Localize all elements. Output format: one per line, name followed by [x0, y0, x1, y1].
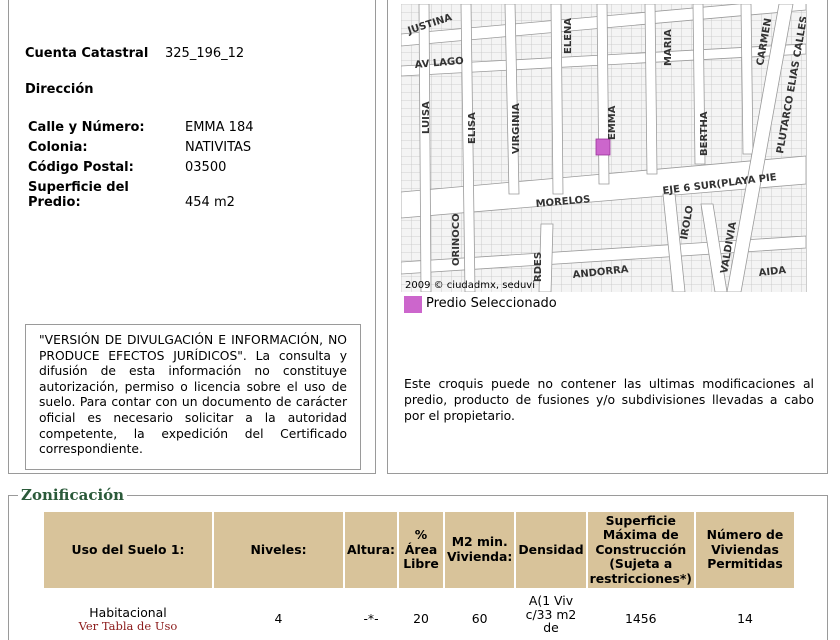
croquis-disclaimer: Este croquis puede no contener las ultim…: [404, 376, 814, 423]
cell-m2-min: 60: [471, 611, 488, 626]
street-label: LUISA: [421, 101, 432, 134]
header-m2-min: M2 min. Vivienda:: [445, 512, 515, 588]
cell-viviendas: 14: [737, 611, 753, 626]
cell-uso: Habitacional Ver Tabla de Uso: [44, 588, 212, 636]
cell-niveles: 4: [274, 611, 283, 626]
direccion-heading: Dirección: [25, 82, 94, 97]
street-label: ORINOCO: [451, 213, 462, 266]
header-densidad: Densidad: [516, 512, 586, 588]
header-altura: Altura:: [345, 512, 398, 588]
field-colonia-label: Colonia:: [28, 140, 88, 155]
selected-parcel: [595, 138, 611, 156]
field-calle: Calle y Número: EMMA 184: [28, 120, 254, 135]
field-colonia-value: NATIVITAS: [185, 140, 252, 155]
street-label: EMMA: [607, 105, 618, 140]
table-row: Habitacional Ver Tabla de Uso 4 -*- 20 6…: [44, 588, 794, 636]
street-label: BERTHA: [699, 111, 710, 156]
header-uso-suelo: Uso del Suelo 1:: [44, 512, 212, 588]
cell-densidad: A(1 Viv c/33 m2 de: [525, 593, 577, 635]
legal-notice: "VERSIÓN DE DIVULGACIÓN E INFORMACIÓN, N…: [25, 324, 361, 470]
field-superficie: Superficie del Predio: 454 m2: [28, 180, 235, 210]
field-colonia: Colonia: NATIVITAS: [28, 140, 251, 155]
cuenta-catastral-row: Cuenta Catastral 325_196_12: [25, 46, 244, 61]
header-area-libre: % Área Libre: [399, 512, 444, 588]
cell-altura: -*-: [363, 611, 379, 626]
table-header-row: Uso del Suelo 1: Niveles: Altura: % Área…: [44, 512, 794, 588]
field-codigo-postal-label: Código Postal:: [28, 160, 134, 175]
direccion-label: Dirección: [25, 82, 94, 97]
map-graphic: JUSTINA AV LAGO ELENA MARIA CARMEN LUISA…: [401, 4, 806, 292]
field-codigo-postal: Código Postal: 03500: [28, 160, 226, 175]
field-calle-value: EMMA 184: [185, 120, 254, 135]
legend-label: Predio Seleccionado: [426, 296, 557, 311]
header-niveles: Niveles:: [214, 512, 343, 588]
street-label: ELENA: [563, 18, 574, 54]
street-label: VIRGINIA: [511, 103, 522, 154]
cuenta-catastral-value: 325_196_12: [165, 46, 245, 61]
cell-superficie: 1456: [625, 611, 657, 626]
field-superficie-value: 454 m2: [185, 195, 235, 210]
map-copyright: 2009 © ciudadmx, seduvi: [405, 280, 535, 291]
uso-value: Habitacional: [89, 605, 167, 620]
cell-area-libre: 20: [413, 611, 429, 626]
cuenta-catastral-label: Cuenta Catastral: [25, 46, 149, 61]
header-numero-viviendas: Número de Viviendas Permitidas: [695, 512, 794, 588]
zonificacion-title: Zonificación: [18, 486, 128, 504]
legend-swatch-icon: [404, 296, 422, 313]
field-calle-label: Calle y Número:: [28, 120, 145, 135]
zonificacion-table: Uso del Suelo 1: Niveles: Altura: % Área…: [42, 512, 796, 636]
croquis-map[interactable]: JUSTINA AV LAGO ELENA MARIA CARMEN LUISA…: [401, 4, 807, 292]
field-superficie-label: Superficie del Predio:: [28, 180, 129, 210]
header-superficie-maxima: Superficie Máxima de Construcción (Sujet…: [587, 512, 694, 588]
field-codigo-postal-value: 03500: [185, 160, 227, 175]
street-label: MARIA: [663, 29, 674, 66]
street-label: ELISA: [467, 112, 478, 144]
ver-tabla-uso-link[interactable]: Ver Tabla de Uso: [45, 619, 211, 634]
street-label: RDES: [533, 252, 544, 282]
